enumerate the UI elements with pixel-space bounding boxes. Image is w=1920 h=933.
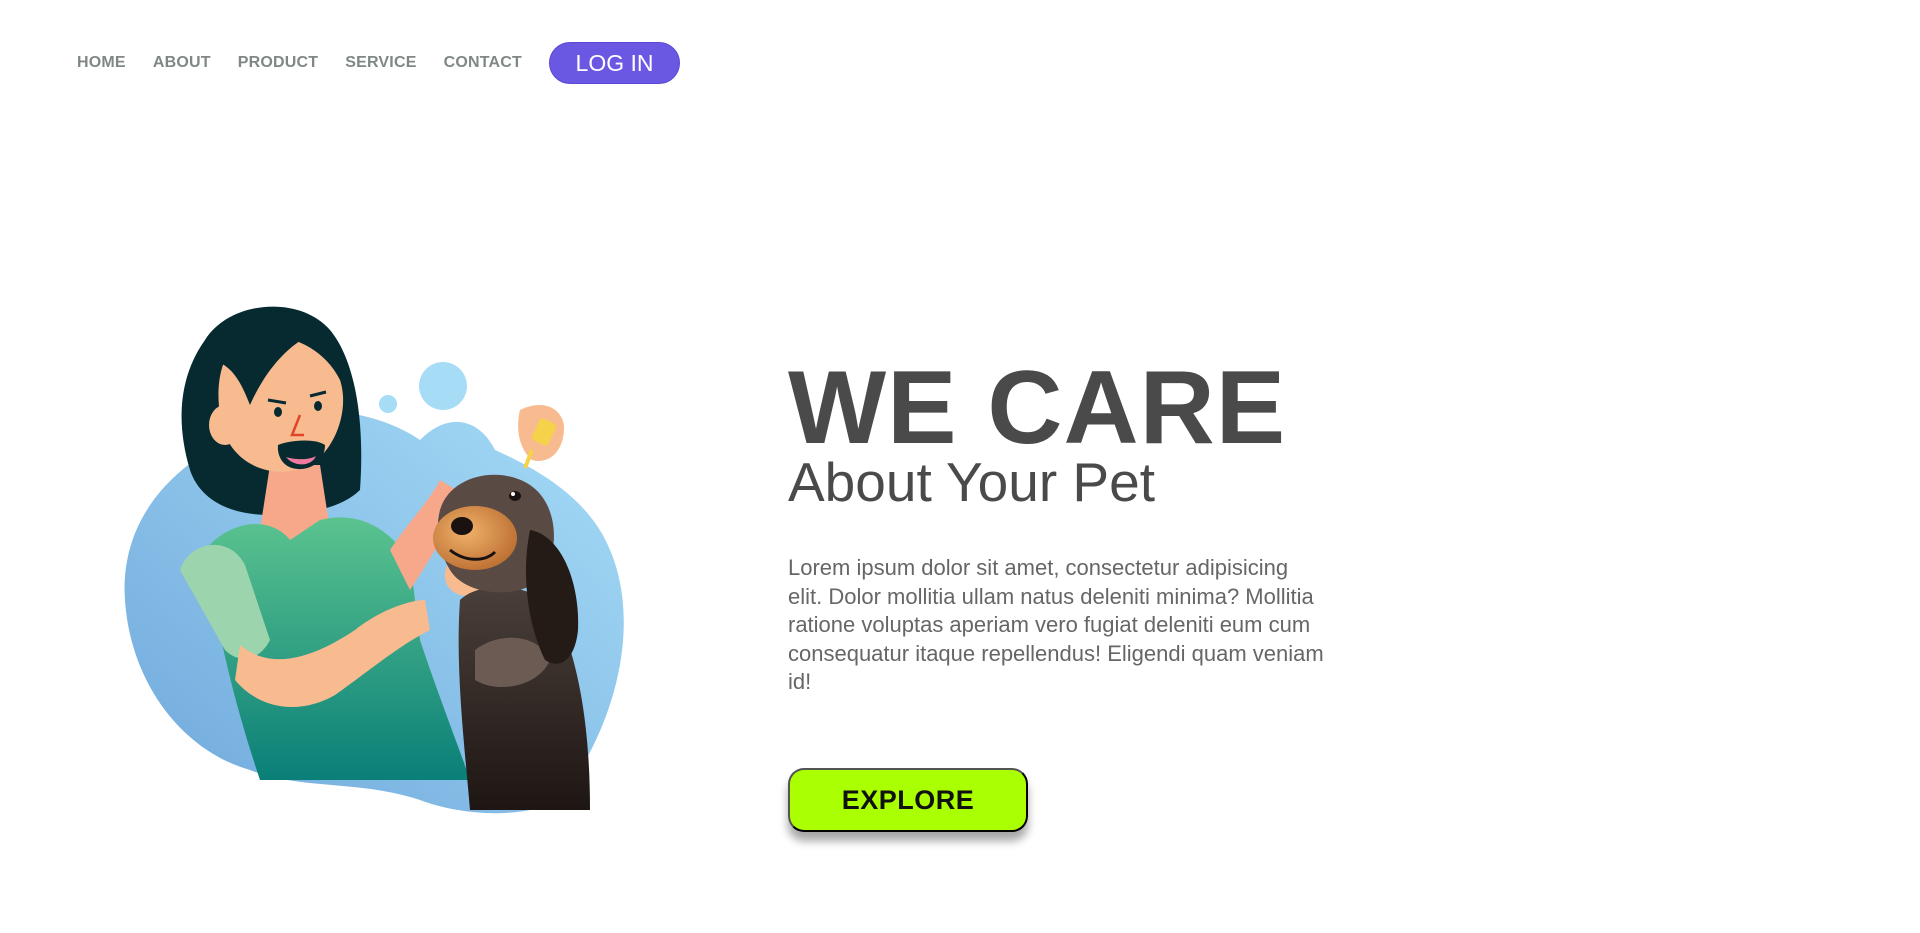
- nav-home[interactable]: HOME: [77, 54, 126, 72]
- landing-page: HOME ABOUT PRODUCT SERVICE CONTACT LOG I…: [0, 0, 1920, 933]
- hero-illustration: [124, 306, 624, 814]
- hero-title: WE CARE: [788, 350, 1287, 466]
- nav-contact[interactable]: CONTACT: [444, 54, 522, 72]
- hero-description: Lorem ipsum dolor sit amet, consectetur …: [788, 555, 1324, 694]
- nav-about[interactable]: ABOUT: [153, 54, 211, 72]
- main-nav: HOME ABOUT PRODUCT SERVICE CONTACT LOG I…: [77, 42, 681, 84]
- explore-button[interactable]: EXPLORE: [788, 768, 1028, 832]
- login-button[interactable]: LOG IN: [549, 42, 681, 84]
- nav-service[interactable]: SERVICE: [345, 54, 416, 72]
- hero-section: WE CARE About Your Pet Lorem ipsum dolor…: [788, 350, 1348, 697]
- nav-product[interactable]: PRODUCT: [238, 54, 319, 72]
